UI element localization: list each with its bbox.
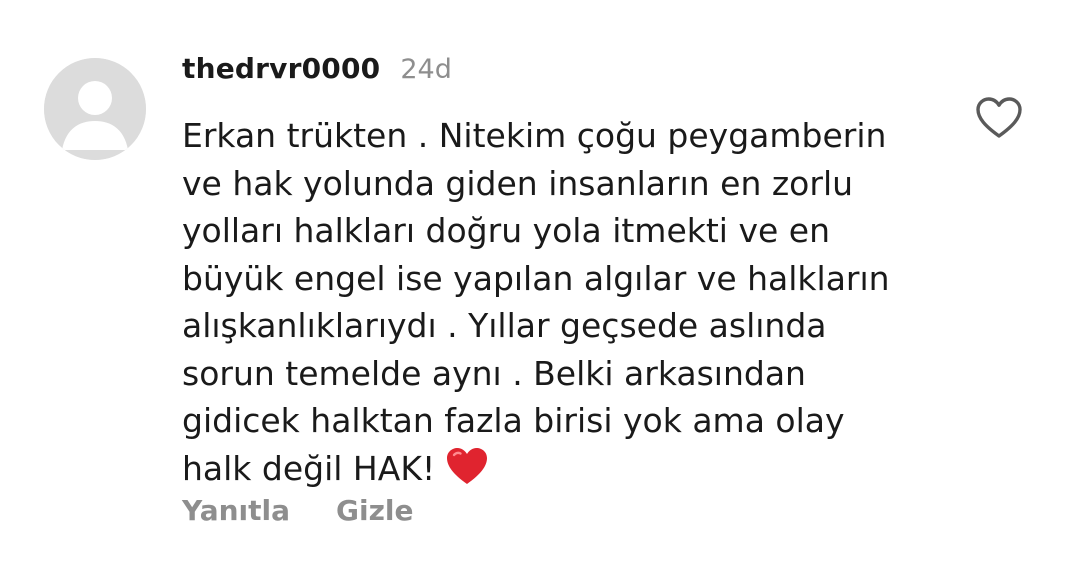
comment-item: thedrvr0000 24d Erkan trükten . Nitekim …: [0, 0, 1079, 569]
user-avatar[interactable]: [44, 58, 146, 160]
comment-line-last-text: halk değil HAK!: [182, 448, 436, 488]
reply-button[interactable]: Yanıtla: [182, 494, 290, 527]
hide-button[interactable]: Gizle: [336, 494, 413, 527]
heart-outline-icon: [976, 97, 1022, 138]
comment-line-last: halk değil HAK!: [182, 445, 942, 499]
comment-line: Erkan trükten . Nitekim çoğu peygamberin: [182, 116, 887, 155]
comment-timestamp: 24d: [400, 54, 452, 85]
comment-line: sorun temelde aynı . Belki arkasından: [182, 353, 806, 393]
red-heart-emoji-icon: [445, 446, 489, 499]
comment-line: ve hak yolunda giden insanların en zorlu: [182, 163, 854, 203]
comment-line: gidicek halktan fazla birisi yok ama ola…: [182, 401, 845, 440]
comment-line: alışkanlıklarıydı . Yıllar geçsede aslın…: [182, 306, 827, 345]
comment-header: thedrvr0000 24d: [182, 52, 452, 92]
default-avatar-icon: [44, 58, 146, 160]
username[interactable]: thedrvr0000: [182, 52, 380, 85]
comment-line: büyük engel ise yapılan algılar ve halkl…: [182, 258, 890, 298]
comment-line: yolları halkları doğru yola itmekti ve e…: [182, 211, 830, 250]
comment-actions: Yanıtla Gizle: [182, 494, 413, 527]
like-button[interactable]: [975, 96, 1023, 140]
comment-text: Erkan trükten . Nitekim çoğu peygamberin…: [182, 112, 942, 498]
